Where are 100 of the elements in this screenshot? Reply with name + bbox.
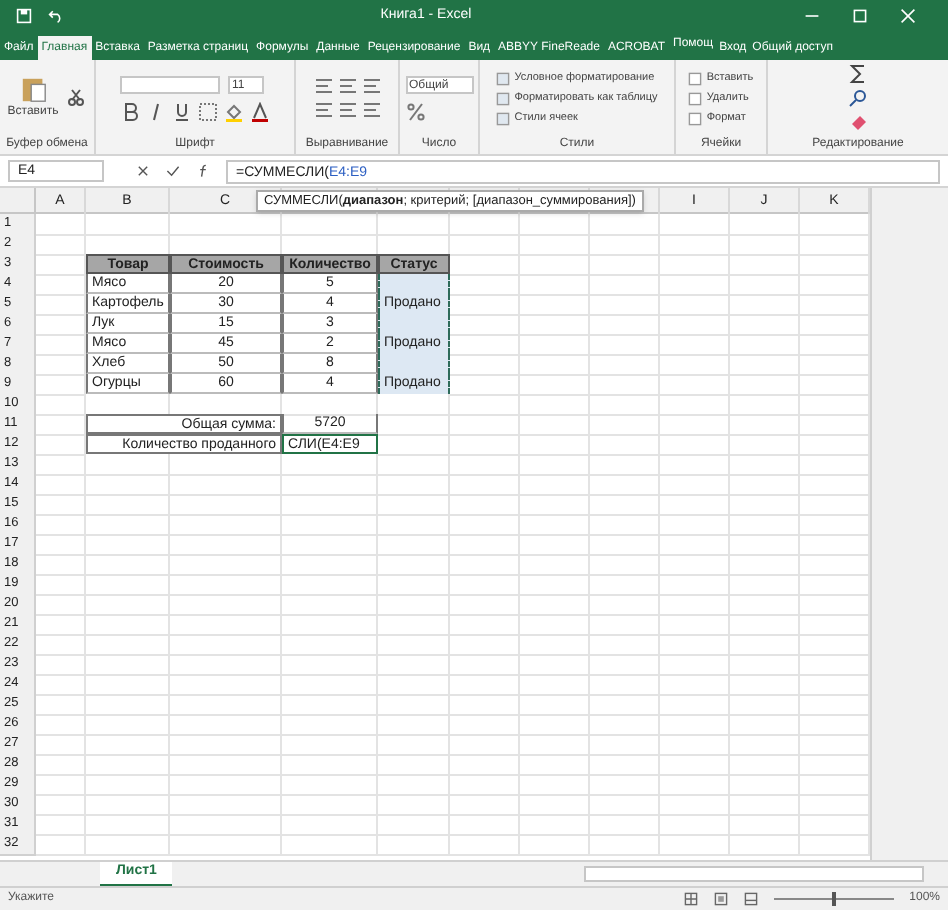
- grid-cell: [730, 614, 800, 636]
- grid-cell: [282, 454, 378, 476]
- page-break-icon[interactable]: [743, 892, 758, 906]
- grid-cell: [378, 654, 450, 676]
- grid-cell: [170, 794, 282, 816]
- zoom-slider-thumb[interactable]: [831, 892, 836, 906]
- grid-cell: [450, 454, 520, 476]
- grid-cell: [450, 354, 520, 376]
- grid-cell: [36, 434, 86, 456]
- grid-cell: [450, 614, 520, 636]
- grid-cell: [730, 754, 800, 776]
- grid-cell: [282, 754, 378, 776]
- grid-cell: [590, 474, 660, 496]
- percent-icon[interactable]: [405, 101, 425, 121]
- grid-cell: [378, 594, 450, 616]
- save-icon[interactable]: [16, 8, 32, 24]
- grid-cell: [36, 394, 86, 416]
- grid-cell: [86, 554, 170, 576]
- grid-cell: [282, 574, 378, 596]
- grid-cell: [660, 254, 730, 276]
- horizontal-scrollbar[interactable]: [584, 866, 924, 882]
- grid-cell: [520, 394, 590, 416]
- page-layout-icon[interactable]: [713, 892, 728, 906]
- grid-cell: [660, 654, 730, 676]
- grid-cell: [730, 274, 800, 296]
- grid-cell: [520, 594, 590, 616]
- grid-cell: [590, 714, 660, 736]
- grid-cell: [86, 794, 170, 816]
- grid-cell: [378, 534, 450, 556]
- underline-icon[interactable]: [172, 101, 192, 121]
- grid-cell: [282, 734, 378, 756]
- grid-cell: [86, 714, 170, 736]
- grid-cell: [660, 374, 730, 396]
- scissors-icon[interactable]: [66, 88, 87, 108]
- grid-cell: [660, 434, 730, 456]
- grid-cell: [36, 274, 86, 296]
- grid-cell: [86, 534, 170, 556]
- grid-cell: [170, 834, 282, 856]
- function-icon[interactable]: [196, 164, 210, 178]
- grid-cell: [660, 474, 730, 496]
- grid-cell: [450, 254, 520, 276]
- grid-cell: [450, 734, 520, 756]
- grid-cell: [378, 554, 450, 576]
- grid-cell: [450, 574, 520, 596]
- grid-cell: [450, 794, 520, 816]
- grid-cell: [660, 834, 730, 856]
- search-icon[interactable]: [848, 88, 868, 108]
- check-icon[interactable]: [166, 164, 180, 178]
- grid-cell: [520, 414, 590, 436]
- grid-cell: [450, 494, 520, 516]
- align-icon[interactable]: [361, 100, 381, 120]
- fill-color-icon[interactable]: [224, 101, 244, 121]
- grid-cell: [520, 474, 590, 496]
- grid-cell: [36, 554, 86, 576]
- grid-cell: [86, 674, 170, 696]
- grid-cell: [170, 594, 282, 616]
- align-icon[interactable]: [313, 76, 333, 96]
- grid-cell: [520, 334, 590, 356]
- borders-icon[interactable]: [198, 101, 218, 121]
- grid-cell: [86, 474, 170, 496]
- grid-cell: [520, 534, 590, 556]
- grid-cell: [378, 574, 450, 596]
- close-icon[interactable]: [900, 8, 916, 24]
- grid-cell: [170, 494, 282, 516]
- grid-cell: [520, 734, 590, 756]
- grid-cell: [450, 814, 520, 836]
- grid-cell: [36, 574, 86, 596]
- undo-icon[interactable]: [48, 8, 64, 24]
- vertical-scrollbar[interactable]: [870, 188, 948, 860]
- grid-cell: [730, 314, 800, 336]
- grid-cell: [36, 474, 86, 496]
- cancel-icon[interactable]: [136, 164, 150, 178]
- grid-cell: [730, 694, 800, 716]
- grid-cell: [450, 314, 520, 336]
- grid-cell: [590, 494, 660, 516]
- grid-cell: [520, 654, 590, 676]
- grid-cell: [660, 274, 730, 296]
- grid-cell: [660, 454, 730, 476]
- grid-cell: [450, 754, 520, 776]
- bold-icon[interactable]: [120, 101, 140, 121]
- grid-cell: [730, 794, 800, 816]
- font-name-field[interactable]: [120, 75, 220, 93]
- grid-cell: [730, 234, 800, 256]
- grid-cell: [378, 834, 450, 856]
- grid-cell: [520, 774, 590, 796]
- normal-view-icon[interactable]: [683, 892, 698, 906]
- grid-cell: [730, 494, 800, 516]
- sum-icon[interactable]: [848, 64, 868, 84]
- grid-cell: [590, 654, 660, 676]
- grid-cell: [378, 814, 450, 836]
- font-color-icon[interactable]: [250, 101, 270, 121]
- align-icon[interactable]: [337, 100, 357, 120]
- grid-cell: [520, 694, 590, 716]
- align-icon[interactable]: [361, 76, 381, 96]
- maximize-icon[interactable]: [852, 8, 868, 24]
- grid-cell: [282, 554, 378, 576]
- align-icon[interactable]: [337, 76, 357, 96]
- grid-cell: [378, 734, 450, 756]
- align-icon[interactable]: [313, 100, 333, 120]
- grid-cell: [730, 834, 800, 856]
